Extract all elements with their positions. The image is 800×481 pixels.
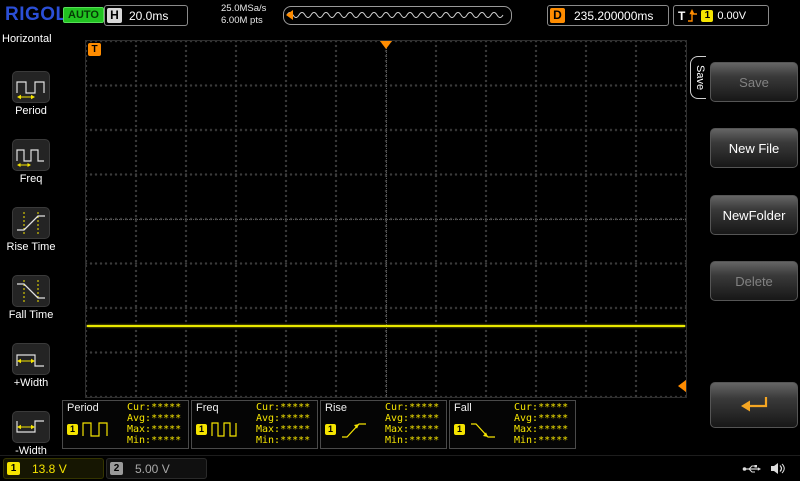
panel-title: Rise	[325, 402, 348, 414]
channel2-badge: 2	[110, 462, 123, 475]
channel-status-bar: 1 13.8 V 2 5.00 V	[0, 455, 800, 481]
trigger-source-badge: 1	[701, 9, 714, 22]
stat-maximum: Max:*****	[256, 424, 311, 435]
stat-current: Cur:*****	[256, 402, 311, 413]
measurement-panel-freq[interactable]: Freq 1 Cur:***** Avg:***** Max:***** Min…	[191, 400, 318, 449]
measurement-panel-rise[interactable]: Rise 1 Cur:***** Avg:***** Max:***** Min…	[320, 400, 447, 449]
stat-maximum: Max:*****	[514, 424, 569, 435]
horizontal-scale-value: 20.0ms	[129, 8, 169, 23]
stat-average: Avg:*****	[127, 413, 182, 424]
menu-item-freq[interactable]: Freq	[0, 139, 62, 185]
stat-average: Avg:*****	[385, 413, 440, 424]
enter-back-button[interactable]	[710, 382, 798, 428]
panel-statistics: Cur:***** Avg:***** Max:***** Min:*****	[514, 402, 568, 446]
period-icon	[12, 71, 50, 103]
fall-time-icon	[12, 275, 50, 307]
stat-current: Cur:*****	[385, 402, 440, 413]
channel2-status[interactable]: 2 5.00 V	[106, 458, 207, 479]
delay-value: 235.200000ms	[574, 8, 654, 23]
stat-minimum: Min:*****	[385, 435, 440, 446]
horizontal-label: H	[107, 8, 122, 23]
delay-label: D	[550, 8, 565, 23]
acquisition-info: 25.0MSa/s 6.00M pts	[221, 3, 266, 27]
save-soft-menu: Save Save New File NewFolder Delete	[690, 30, 800, 455]
panel-statistics: Cur:***** Avg:***** Max:***** Min:*****	[256, 402, 310, 446]
panel-title: Freq	[196, 402, 219, 414]
menu-item-label: Freq	[19, 173, 43, 185]
stat-current: Cur:*****	[127, 402, 182, 413]
trigger-slope-icon	[688, 9, 698, 22]
memory-depth: 6.00M pts	[221, 15, 263, 26]
left-menu-title: Horizontal	[2, 33, 52, 45]
plus-width-icon	[12, 343, 50, 375]
trigger-level-marker[interactable]	[678, 380, 686, 392]
rise-time-icon	[12, 207, 50, 239]
panel-channel-badge: 1	[325, 424, 336, 435]
trigger-level-value: 0.00V	[717, 9, 747, 22]
menu-item-neg-width[interactable]: -Width	[0, 411, 62, 457]
freq-icon	[211, 419, 241, 446]
stat-minimum: Min:*****	[127, 435, 182, 446]
new-folder-button[interactable]: NewFolder	[710, 195, 798, 235]
channel1-trace	[87, 325, 685, 327]
panel-channel-badge: 1	[196, 424, 207, 435]
minus-width-icon	[12, 411, 50, 443]
horizontal-scale-group[interactable]: H 20.0ms	[104, 5, 188, 26]
channel2-scale: 5.00 V	[135, 461, 170, 476]
measurement-panel-row: Period 1 Cur:***** Avg:***** Max:***** M…	[62, 400, 578, 449]
menu-item-fall-time[interactable]: Fall Time	[0, 275, 62, 321]
channel1-scale: 13.8 V	[32, 461, 67, 476]
sample-rate: 25.0MSa/s	[221, 3, 267, 14]
rise-icon	[340, 419, 370, 446]
freq-icon	[12, 139, 50, 171]
usb-plug-icon	[742, 465, 761, 473]
panel-channel-badge: 1	[454, 424, 465, 435]
grid-center-horizontal	[86, 219, 686, 220]
measurement-panel-fall[interactable]: Fall 1 Cur:***** Avg:***** Max:***** Min…	[449, 400, 576, 449]
memory-position-indicator[interactable]	[283, 6, 512, 25]
top-status-bar: RIGOL AUTO H 20.0ms 25.0MSa/s 6.00M pts …	[0, 0, 800, 30]
panel-channel-badge: 1	[67, 424, 78, 435]
memory-waveform-preview	[286, 12, 504, 18]
window-position-marker[interactable]	[286, 10, 293, 20]
trigger-time-marker[interactable]: T	[88, 43, 101, 56]
menu-item-rise-time[interactable]: Rise Time	[0, 207, 62, 253]
menu-item-label: +Width	[13, 377, 49, 389]
new-file-button[interactable]: New File	[710, 128, 798, 168]
menu-item-pos-width[interactable]: +Width	[0, 343, 62, 389]
menu-item-label: Period	[15, 105, 47, 117]
period-icon	[82, 419, 112, 446]
trigger-group[interactable]: T 1 0.00V	[673, 5, 769, 26]
menu-item-period[interactable]: Period	[0, 71, 62, 117]
rigol-logo: RIGOL	[5, 4, 68, 25]
menu-item-label: Rise Time	[6, 241, 56, 253]
channel1-status[interactable]: 1 13.8 V	[3, 458, 104, 479]
trigger-delay-group[interactable]: D 235.200000ms	[547, 5, 669, 26]
stat-minimum: Min:*****	[514, 435, 569, 446]
run-status-badge[interactable]: AUTO	[63, 7, 104, 23]
waveform-display[interactable]: T	[85, 40, 687, 398]
stat-current: Cur:*****	[514, 402, 569, 413]
panel-title: Period	[67, 402, 99, 414]
menu-item-label: Fall Time	[8, 309, 54, 321]
stat-maximum: Max:*****	[385, 424, 440, 435]
panel-title: Fall	[454, 402, 472, 414]
delete-button[interactable]: Delete	[710, 261, 798, 301]
stat-average: Avg:*****	[256, 413, 311, 424]
fall-icon	[469, 419, 499, 446]
horizontal-measure-menu: Horizontal Period Freq Rise Time Fall Ti…	[0, 30, 62, 457]
channel1-badge: 1	[7, 462, 20, 475]
return-arrow-icon	[741, 397, 768, 412]
measurement-panel-period[interactable]: Period 1 Cur:***** Avg:***** Max:***** M…	[62, 400, 189, 449]
stat-minimum: Min:*****	[256, 435, 311, 446]
trigger-position-marker[interactable]	[380, 41, 392, 49]
stat-average: Avg:*****	[514, 413, 569, 424]
panel-statistics: Cur:***** Avg:***** Max:***** Min:*****	[127, 402, 181, 446]
menu-tab-save: Save	[690, 56, 706, 100]
trigger-label: T	[678, 8, 686, 23]
stat-maximum: Max:*****	[127, 424, 182, 435]
speaker-icon	[771, 463, 785, 474]
panel-statistics: Cur:***** Avg:***** Max:***** Min:*****	[385, 402, 439, 446]
save-button[interactable]: Save	[710, 62, 798, 102]
